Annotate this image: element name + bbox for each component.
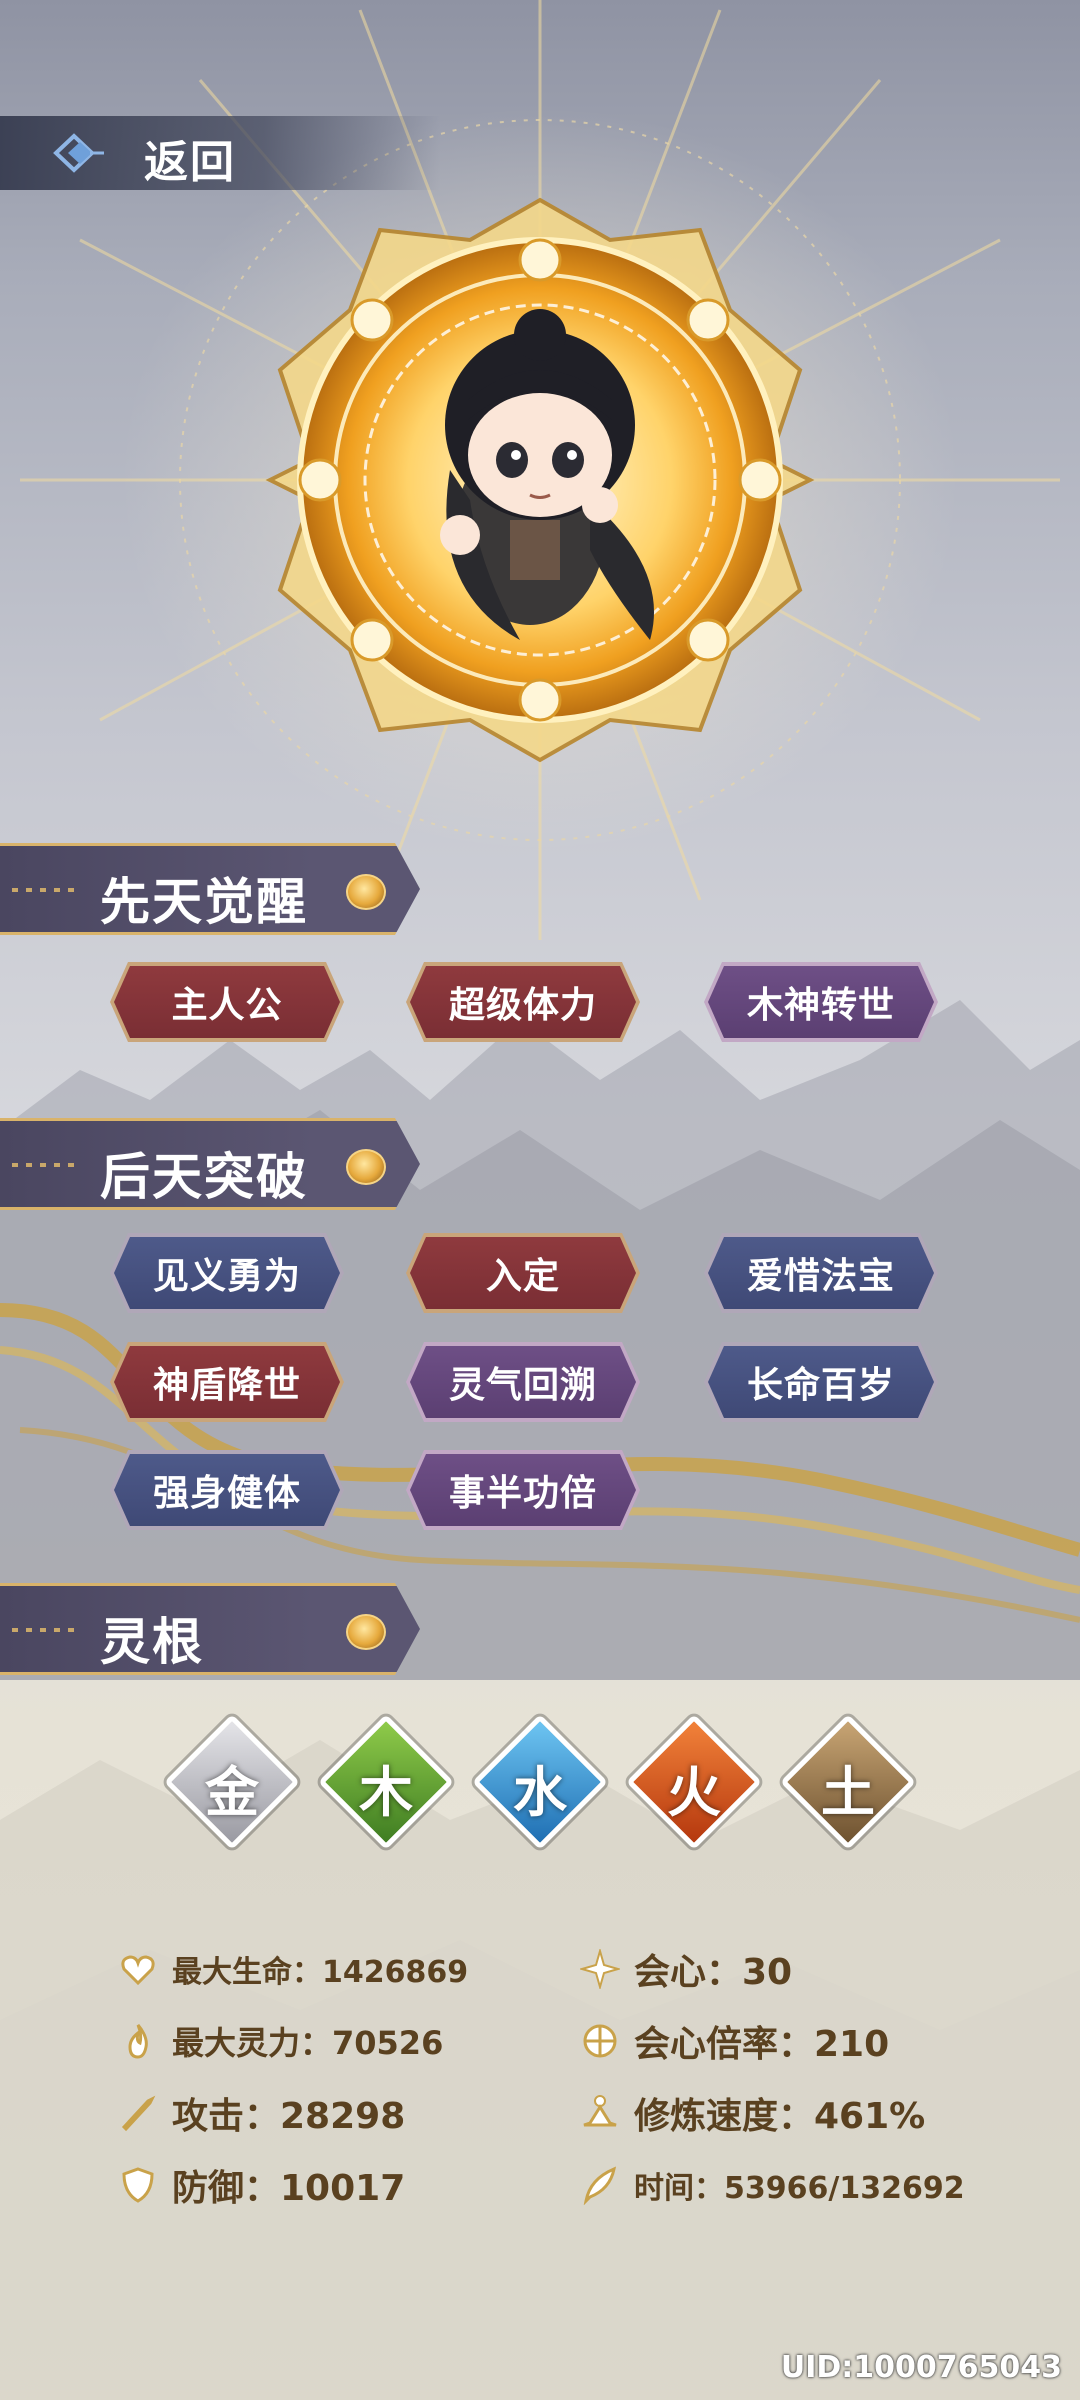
header-decoration — [12, 888, 82, 892]
element-wood-icon[interactable]: 木 — [316, 1712, 456, 1852]
shield-icon — [122, 2167, 154, 2203]
target-icon — [583, 2024, 617, 2058]
stat-max-hp: 最大生命：1426869 — [118, 1944, 468, 1994]
stat-max-mana: 最大灵力：70526 — [118, 2016, 443, 2066]
stat-value: 修炼速度：461% — [634, 2096, 926, 2137]
tag-acquired-2[interactable]: 入定 — [406, 1233, 640, 1313]
back-diamond-icon[interactable] — [50, 128, 104, 178]
stat-value: 时间：53966/132692 — [634, 2171, 965, 2206]
meditation-icon — [583, 2095, 617, 2127]
gem-icon — [346, 1149, 386, 1185]
tag-acquired-6[interactable]: 长命百岁 — [704, 1342, 938, 1422]
avatar-medallion[interactable] — [230, 170, 850, 790]
tag-label: 长命百岁 — [746, 1365, 895, 1406]
stat-value: 会心倍率：210 — [634, 2024, 890, 2065]
tag-acquired-1[interactable]: 见义勇为 — [110, 1233, 344, 1313]
stat-value: 最大生命：1426869 — [172, 1955, 469, 1990]
stat-crit: 会心：30 — [580, 1944, 792, 1994]
stat-crit-rate: 会心倍率：210 — [580, 2016, 889, 2066]
header-decoration — [12, 1163, 82, 1167]
stat-value: 最大灵力：70526 — [172, 2024, 444, 2062]
stat-value: 攻击：28298 — [172, 2096, 406, 2137]
section-title: 后天突破 — [100, 1148, 308, 1206]
element-glyph: 土 — [821, 1761, 875, 1824]
stat-time: 时间：53966/132692 — [580, 2160, 965, 2210]
sword-icon — [121, 2095, 156, 2132]
tag-label: 爱惜法宝 — [746, 1256, 895, 1297]
gem-icon — [346, 1614, 386, 1650]
stat-attack: 攻击：28298 — [118, 2088, 405, 2138]
stat-value: 会心：30 — [634, 1952, 793, 1993]
uid-label: UID:1000765043 — [780, 2350, 1062, 2385]
flame-icon — [128, 2024, 148, 2059]
tag-label: 神盾降世 — [152, 1365, 301, 1406]
tag-label: 事半功倍 — [448, 1473, 597, 1514]
section-title: 先天觉醒 — [100, 873, 308, 931]
element-fire-icon[interactable]: 火 — [624, 1712, 764, 1852]
stat-cultivation-speed: 修炼速度：461% — [580, 2088, 925, 2138]
gem-icon — [346, 874, 386, 910]
heart-icon — [121, 1955, 155, 1986]
section-title: 灵根 — [100, 1613, 204, 1671]
section-header-acquired: 后天突破 — [0, 1118, 420, 1210]
stat-value: 防御：10017 — [172, 2168, 406, 2209]
tag-acquired-5[interactable]: 灵气回溯 — [406, 1342, 640, 1422]
element-glyph: 金 — [205, 1761, 259, 1824]
element-glyph: 木 — [359, 1761, 413, 1824]
tag-acquired-8[interactable]: 事半功倍 — [406, 1450, 640, 1530]
feather-icon — [583, 2166, 617, 2205]
element-metal-icon[interactable]: 金 — [162, 1712, 302, 1852]
tag-innate-2[interactable]: 超级体力 — [406, 962, 640, 1042]
tag-label: 入定 — [485, 1256, 560, 1297]
tag-label: 强身健体 — [152, 1473, 301, 1514]
burst-icon — [580, 1949, 620, 1989]
tag-acquired-4[interactable]: 神盾降世 — [110, 1342, 344, 1422]
tag-innate-3[interactable]: 木神转世 — [704, 962, 938, 1042]
tag-label: 主人公 — [171, 985, 283, 1026]
element-glyph: 水 — [513, 1761, 567, 1824]
element-earth-icon[interactable]: 土 — [778, 1712, 918, 1852]
section-header-innate: 先天觉醒 — [0, 843, 420, 935]
tag-label: 灵气回溯 — [448, 1365, 597, 1406]
tag-label: 见义勇为 — [152, 1256, 301, 1297]
back-button[interactable]: 返回 — [144, 126, 236, 190]
tag-label: 木神转世 — [746, 985, 895, 1026]
tag-label: 超级体力 — [448, 985, 597, 1026]
stat-defense: 防御：10017 — [118, 2160, 405, 2210]
element-glyph: 火 — [667, 1761, 721, 1824]
element-water-icon[interactable]: 水 — [470, 1712, 610, 1852]
tag-acquired-7[interactable]: 强身健体 — [110, 1450, 344, 1530]
tag-innate-1[interactable]: 主人公 — [110, 962, 344, 1042]
tag-acquired-3[interactable]: 爱惜法宝 — [704, 1233, 938, 1313]
section-header-roots: 灵根 — [0, 1583, 420, 1675]
header-decoration — [12, 1628, 82, 1632]
